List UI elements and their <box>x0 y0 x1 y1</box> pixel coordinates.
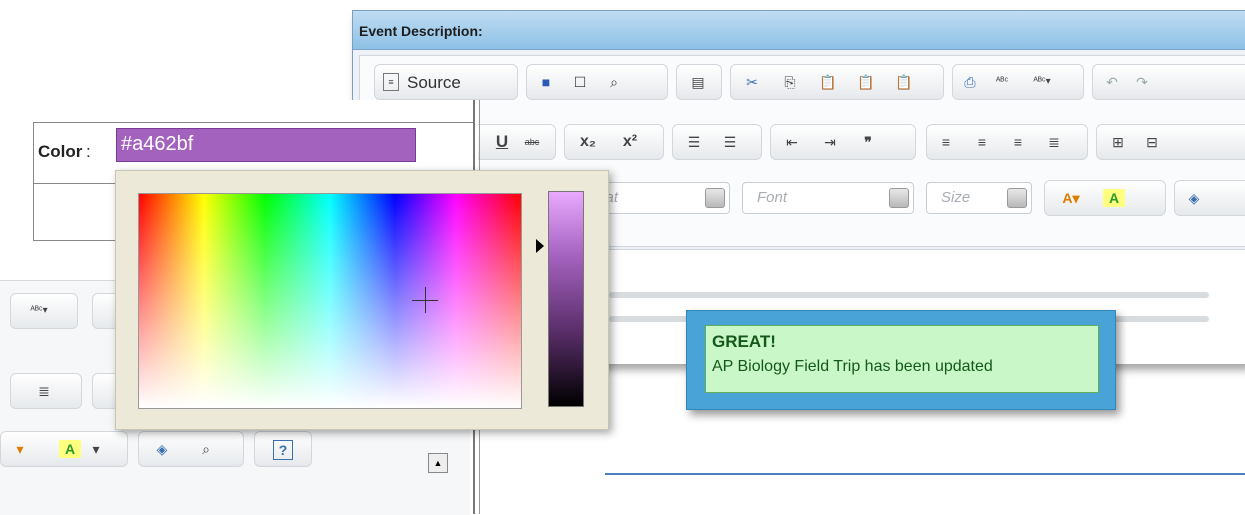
update-notification: GREAT! AP Biology Field Trip has been up… <box>686 310 1116 410</box>
color-picker-popup <box>115 170 609 430</box>
paste-text-icon[interactable]: 📋 <box>857 73 875 91</box>
left-maximize-icon[interactable]: ◈ <box>153 440 171 458</box>
cut-icon[interactable]: ✂ <box>743 73 761 91</box>
align-center-icon[interactable]: ≡ <box>973 133 991 151</box>
insert-group: ⊞ ⊟ <box>1096 124 1245 160</box>
font-combo[interactable]: Font <box>742 182 914 214</box>
print-icon[interactable]: ⎙ <box>961 73 979 91</box>
source-label: Source <box>407 73 461 92</box>
brightness-slider-arrow-icon[interactable] <box>536 239 544 253</box>
format-dropdown-icon[interactable] <box>705 188 725 208</box>
script-group: x₂ x² <box>564 124 664 160</box>
spell-group: ⎙ ᴬᴮᶜ ᴬᴮᶜ▾ <box>952 64 1084 100</box>
list-group: ☰ ☰ <box>672 124 762 160</box>
blockquote-icon[interactable]: ❞ <box>859 133 877 151</box>
brightness-slider[interactable] <box>548 191 584 407</box>
align-group: ≡ ≡ ≡ ≣ <box>926 124 1088 160</box>
picker-crosshair-vertical <box>425 287 426 313</box>
editor-header: Event Description: <box>353 11 1245 50</box>
source-icon: ≡ <box>383 73 399 91</box>
superscript-icon[interactable]: x² <box>617 133 643 151</box>
size-combo-text: Size <box>941 189 971 206</box>
help-icon[interactable]: ? <box>273 440 293 460</box>
redo-icon[interactable]: ↷ <box>1133 73 1151 91</box>
clipboard-group: ✂ ⎘ 📋 📋 📋 <box>730 64 944 100</box>
left-align-group: ≣ <box>10 373 82 409</box>
left-tools-group: ◈ ⌕ <box>138 431 244 467</box>
align-justify-icon[interactable]: ≣ <box>1045 133 1063 151</box>
underline-icon[interactable]: U <box>493 133 511 151</box>
collapse-toolbar-icon[interactable]: ▲ <box>428 453 448 473</box>
preview-icon[interactable]: ⌕ <box>605 73 623 91</box>
table-icon[interactable]: ⊞ <box>1109 133 1127 151</box>
source-button[interactable]: ≡ Source <box>374 64 518 100</box>
paste-word-icon[interactable]: 📋 <box>895 73 913 91</box>
color-group: A▾ A <box>1044 180 1166 216</box>
size-combo[interactable]: Size <box>926 182 1032 214</box>
horizontal-rule-icon[interactable]: ⊟ <box>1143 133 1161 151</box>
color-spectrum-field[interactable] <box>138 193 522 409</box>
text-color-icon[interactable]: A▾ <box>1055 189 1087 207</box>
save-icon[interactable]: ■ <box>537 73 555 91</box>
new-page-icon[interactable]: ☐ <box>571 73 589 91</box>
numbered-list-icon[interactable]: ☰ <box>685 133 703 151</box>
left-bg-color-caret-icon[interactable]: ▾ <box>87 440 105 458</box>
scayt-icon[interactable]: ᴬᴮᶜ▾ <box>1025 73 1059 91</box>
editor-title: Event Description: <box>359 23 483 39</box>
left-show-blocks-icon[interactable]: ⌕ <box>197 440 215 458</box>
left-justify-icon[interactable]: ≣ <box>35 382 53 400</box>
notification-body: GREAT! AP Biology Field Trip has been up… <box>705 325 1099 393</box>
indent-icon[interactable]: ⇥ <box>821 133 839 151</box>
templates-group: ▤ <box>676 64 722 100</box>
indent-group: ⇤ ⇥ ❞ <box>770 124 916 160</box>
left-color-group: ▾ A ▾ <box>0 431 128 467</box>
subscript-icon[interactable]: x₂ <box>575 133 601 151</box>
left-about-group: ? <box>254 431 312 467</box>
spellcheck-icon[interactable]: ᴬᴮᶜ <box>993 73 1011 91</box>
history-group: ↶ ↷ <box>1092 64 1245 100</box>
left-bg-color-icon[interactable]: A <box>59 440 81 458</box>
size-dropdown-icon[interactable] <box>1007 188 1027 208</box>
align-left-icon[interactable]: ≡ <box>937 133 955 151</box>
align-right-icon[interactable]: ≡ <box>1009 133 1027 151</box>
outdent-icon[interactable]: ⇤ <box>783 133 801 151</box>
paste-icon[interactable]: 📋 <box>819 73 837 91</box>
undo-icon[interactable]: ↶ <box>1103 73 1121 91</box>
left-scayt-icon[interactable]: ᴬᴮᶜ▾ <box>19 302 59 320</box>
maximize-icon[interactable]: ◈ <box>1185 189 1203 207</box>
color-label-colon: : <box>86 142 91 161</box>
copy-icon[interactable]: ⎘ <box>781 73 799 91</box>
notification-message: AP Biology Field Trip has been updated <box>712 358 993 375</box>
notification-title: GREAT! <box>712 332 776 351</box>
templates-icon[interactable]: ▤ <box>689 73 707 91</box>
bg-color-icon[interactable]: A <box>1103 189 1125 207</box>
tools-group: ◈ <box>1174 180 1245 216</box>
color-input[interactable]: #a462bf <box>116 128 416 162</box>
strikethrough-icon[interactable]: abc <box>523 133 541 151</box>
bulleted-list-icon[interactable]: ☰ <box>721 133 739 151</box>
horizontal-divider <box>605 473 1245 475</box>
left-spell-group: ᴬᴮᶜ▾ <box>10 293 78 329</box>
left-text-color-caret-icon[interactable]: ▾ <box>11 440 29 458</box>
document-group: ■ ☐ ⌕ <box>526 64 668 100</box>
font-combo-text: Font <box>757 189 788 206</box>
font-dropdown-icon[interactable] <box>889 188 909 208</box>
color-label: Color <box>38 142 83 161</box>
